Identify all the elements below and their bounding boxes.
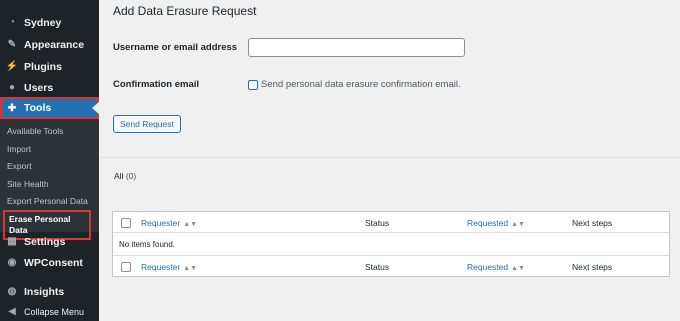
- send-request-button[interactable]: Send Request: [113, 115, 181, 133]
- requests-table: Requester ▲▼ Status Requested ▲▼ Next step…: [112, 211, 670, 277]
- menu-item-dashboard[interactable]: ◔ Sydney: [0, 12, 99, 33]
- sort-icon: ▲▼: [183, 265, 198, 272]
- menu-item-settings[interactable]: ▦ Settings: [0, 231, 99, 252]
- table-row: No items found.: [113, 234, 669, 255]
- menu-label-dashboard: Sydney: [24, 16, 62, 29]
- submenu-site-health[interactable]: Site Health: [7, 179, 49, 190]
- menu-label-users: Users: [24, 81, 54, 94]
- insights-icon: ◍: [7, 286, 17, 297]
- menu-label-settings: Settings: [24, 235, 66, 248]
- footer-column-status: Status: [365, 262, 390, 272]
- column-requester-label: Requester: [141, 218, 181, 228]
- tools-submenu: Available Tools Import Export Site Healt…: [0, 119, 99, 240]
- sort-icon: ▲▼: [183, 221, 198, 228]
- page-title: Add Data Erasure Request: [113, 4, 257, 18]
- wrench-icon: ✚: [7, 102, 17, 114]
- menu-item-users[interactable]: ● Users: [0, 77, 99, 98]
- confirmation-label: Confirmation email: [113, 79, 200, 90]
- username-input[interactable]: [248, 38, 465, 57]
- filter-all-count: (0): [125, 171, 137, 181]
- confirmation-checkbox[interactable]: [248, 80, 258, 90]
- brush-icon: ✎: [7, 39, 17, 50]
- column-requester[interactable]: Requester ▲▼: [141, 218, 197, 228]
- menu-item-wpconsent[interactable]: ◉ WPConsent: [0, 252, 99, 273]
- submenu-available-tools[interactable]: Available Tools: [7, 126, 63, 137]
- submenu-export[interactable]: Export: [7, 161, 32, 172]
- menu-label-insights: Insights: [24, 285, 65, 298]
- collapse-menu-button[interactable]: ◀ Collapse Menu: [0, 301, 99, 321]
- column-next-steps: Next steps: [572, 218, 613, 228]
- footer-column-requester[interactable]: Requester ▲▼: [141, 262, 197, 272]
- menu-label-tools: Tools: [24, 102, 52, 114]
- submenu-import[interactable]: Import: [7, 144, 31, 155]
- footer-column-requester-label: Requester: [141, 262, 181, 272]
- user-icon: ●: [8, 82, 16, 93]
- sort-icon: ▲▼: [511, 221, 525, 228]
- column-requested-label: Requested: [467, 218, 509, 228]
- menu-item-plugins[interactable]: ⚡ Plugins: [0, 56, 99, 77]
- menu-label-collapse: Collapse Menu: [24, 306, 85, 317]
- menu-label-wpconsent: WPConsent: [24, 256, 83, 269]
- column-requested[interactable]: Requested ▲▼: [467, 218, 525, 228]
- submenu-export-personal-data[interactable]: Export Personal Data: [7, 196, 88, 207]
- username-label: Username or email address: [113, 42, 238, 53]
- filter-all-link[interactable]: All: [114, 171, 123, 181]
- sliders-icon: ▦: [7, 236, 17, 247]
- no-items-message: No items found.: [119, 240, 176, 249]
- menu-label-plugins: Plugins: [24, 60, 62, 73]
- main-content: Add Data Erasure Request Username or ema…: [99, 0, 680, 321]
- section-divider: [99, 157, 680, 158]
- table-footer-row: Requester ▲▼ Status Requested ▲▼ Next step…: [113, 255, 669, 276]
- select-all-checkbox-footer[interactable]: [121, 262, 131, 272]
- gauge-icon: ◔: [8, 17, 16, 28]
- column-status: Status: [365, 218, 390, 228]
- confirmation-checkbox-label[interactable]: Send personal data erasure confirmation …: [261, 79, 461, 90]
- menu-label-appearance: Appearance: [24, 38, 85, 51]
- active-menu-arrow: [92, 102, 99, 114]
- admin-sidebar: ◔ Sydney ✎ Appearance ⚡ Plugins ● Users …: [0, 0, 99, 321]
- status-filter: All (0): [114, 171, 136, 181]
- menu-item-appearance[interactable]: ✎ Appearance: [0, 34, 99, 55]
- footer-column-requested-label: Requested: [467, 262, 509, 272]
- footer-column-next-steps: Next steps: [572, 262, 613, 272]
- menu-item-tools[interactable]: ✚ Tools: [0, 97, 99, 119]
- sort-icon: ▲▼: [511, 265, 525, 272]
- footer-column-requested[interactable]: Requested ▲▼: [467, 262, 525, 272]
- table-header-row: Requester ▲▼ Status Requested ▲▼ Next step…: [113, 212, 669, 233]
- plug-icon: ⚡: [5, 61, 19, 72]
- collapse-icon: ◀: [8, 306, 16, 317]
- select-all-checkbox[interactable]: [121, 218, 131, 228]
- wpconsent-icon: ◉: [7, 257, 17, 268]
- menu-item-insights[interactable]: ◍ Insights: [0, 281, 99, 302]
